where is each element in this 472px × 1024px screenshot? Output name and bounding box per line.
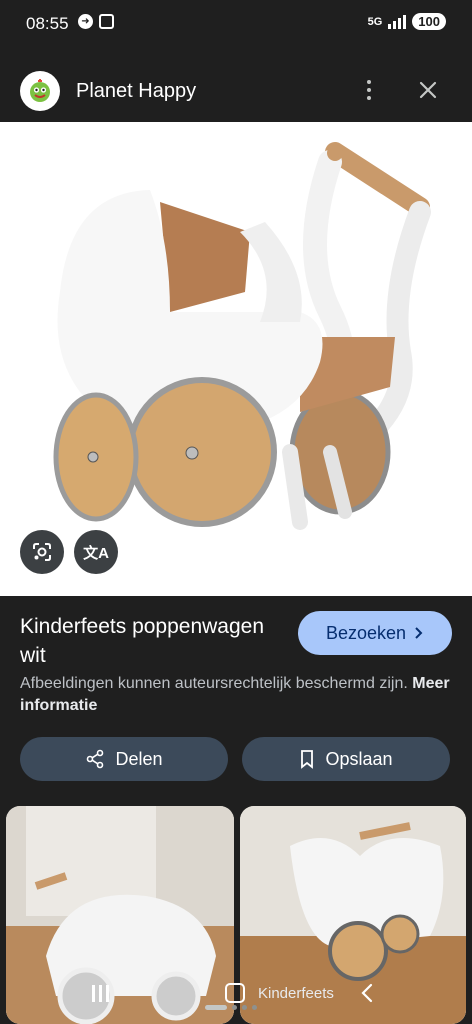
product-title: Kinderfeets poppenwagen wit [20,615,265,667]
status-time: 08:55 [26,14,69,33]
network-type: 5G [367,15,383,28]
notification-icon: ➜ [78,14,93,29]
site-name[interactable]: Planet Happy [76,80,196,103]
more-vert-icon[interactable] [355,76,383,104]
signal-icon [388,14,407,29]
product-image[interactable] [0,122,472,596]
copyright-notice: Afbeeldingen kunnen auteursrechtelijk be… [20,673,450,717]
translate-glyph: 文A [83,544,109,562]
translate-icon[interactable]: 文A [74,530,118,574]
visit-button-label: Bezoeken [325,622,407,643]
close-icon[interactable] [414,76,442,104]
copyright-text: Afbeeldingen kunnen auteursrechtelijk be… [20,675,408,692]
screenshot-icon [99,14,114,29]
status-system-icons: 5G 100 [368,13,446,30]
status-bar: 08:55 ➜ 5G 100 [0,0,472,50]
share-icon [87,749,104,769]
result-header: Planet Happy [0,60,472,122]
save-button[interactable]: Opslaan [242,737,450,781]
home-icon[interactable] [225,983,245,1003]
pram-illustration [53,142,431,530]
back-icon[interactable] [360,983,374,1008]
visit-button[interactable]: Bezoeken [298,611,452,655]
share-button[interactable]: Delen [20,737,228,781]
battery-level: 100 [412,13,446,30]
google-lens-icon[interactable] [20,530,64,574]
share-button-label: Delen [115,748,163,769]
planet-happy-logo-icon[interactable] [20,71,60,111]
page-indicator [205,1005,257,1010]
bookmark-icon [301,750,314,769]
save-button-label: Opslaan [325,748,393,769]
chevron-right-icon [415,627,423,639]
status-notification-icons: ➜ [78,14,114,29]
recent-apps-icon[interactable] [92,985,109,1002]
